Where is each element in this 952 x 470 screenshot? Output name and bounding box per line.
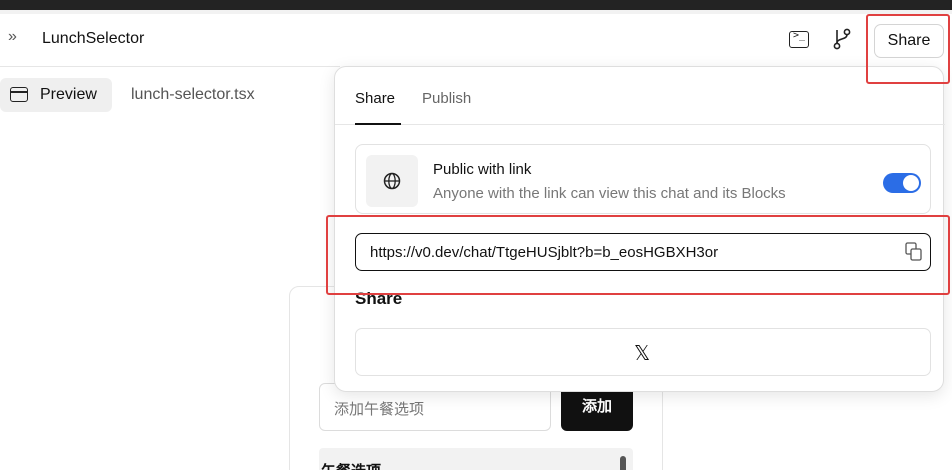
lunch-option-placeholder: 添加午餐选项	[334, 401, 425, 418]
globe-icon-box	[366, 155, 418, 207]
tab-preview[interactable]: Preview	[0, 78, 112, 112]
view-tabs: Preview lunch-selector.tsx	[0, 66, 340, 124]
header: » LunchSelector >_ Share	[0, 14, 952, 66]
public-link-toggle[interactable]	[883, 173, 921, 193]
lunch-options-list: 午餐选项	[319, 448, 633, 470]
active-tab-indicator	[355, 123, 401, 125]
page: » LunchSelector >_ Share Preview lunch-s…	[0, 0, 952, 470]
lunch-options-heading: 午餐选项	[321, 460, 381, 470]
tab-share[interactable]: Share	[355, 90, 395, 107]
x-logo-icon: 𝕏	[634, 341, 651, 365]
highlight-share-link	[326, 215, 950, 295]
tab-code-file[interactable]: lunch-selector.tsx	[131, 86, 255, 104]
popover-tabs: Share Publish	[335, 67, 945, 125]
visibility-title: Public with link	[433, 161, 532, 178]
globe-icon	[383, 172, 401, 190]
preview-icon	[10, 87, 28, 102]
share-to-x-button[interactable]: 𝕏	[355, 328, 931, 376]
sidebar-toggle-icon[interactable]: »	[8, 28, 17, 46]
highlight-share-button	[866, 14, 950, 84]
list-scrollbar[interactable]	[620, 456, 626, 470]
terminal-icon[interactable]: >_	[789, 30, 809, 48]
tab-preview-label: Preview	[40, 86, 97, 103]
visibility-description: Anyone with the link can view this chat …	[433, 185, 786, 202]
project-title: LunchSelector	[42, 30, 145, 47]
top-strip	[0, 0, 952, 10]
visibility-setting: Public with link Anyone with the link ca…	[355, 144, 931, 214]
tab-publish[interactable]: Publish	[422, 90, 471, 107]
git-branch-icon[interactable]	[832, 26, 854, 52]
